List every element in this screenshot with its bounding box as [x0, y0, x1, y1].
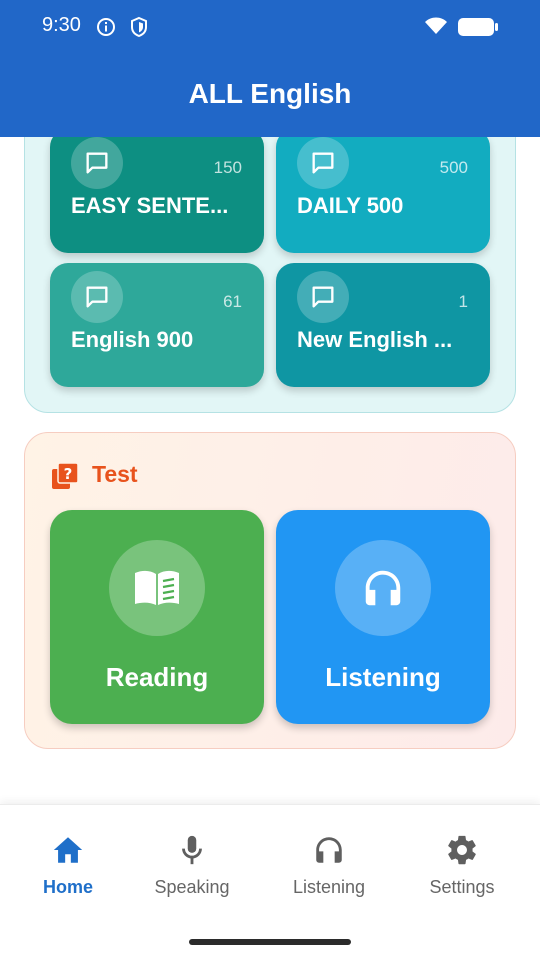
- listening-label: Listening: [325, 662, 441, 692]
- course-label: EASY SENTE...: [71, 193, 229, 218]
- app-bar: 9:30 ALL English: [0, 0, 540, 137]
- chat-bubble-icon: [71, 271, 123, 323]
- svg-text:?: ?: [64, 465, 73, 483]
- nav-item-speaking[interactable]: Speaking: [146, 833, 238, 898]
- headphones-icon: [316, 837, 342, 863]
- test-section-title: Test: [92, 461, 138, 487]
- courses-section: 150 EASY SENTE... 500 DAILY 500 61 Engli…: [24, 100, 516, 413]
- course-count: 61: [223, 292, 242, 311]
- course-count: 1: [458, 292, 468, 311]
- nav-item-listening[interactable]: Listening: [282, 833, 376, 898]
- listening-test-button[interactable]: Listening: [276, 510, 490, 724]
- page-title: ALL English: [188, 78, 352, 109]
- nav-label: Listening: [292, 877, 366, 897]
- reading-label: Reading: [105, 662, 209, 692]
- battery-icon: [458, 18, 498, 36]
- course-label: New English ...: [297, 327, 453, 352]
- reading-test-button[interactable]: Reading: [50, 510, 264, 724]
- status-time: 9:30: [42, 14, 81, 36]
- course-tile-english-900[interactable]: 61 English 900: [50, 263, 264, 387]
- gear-icon: [448, 835, 476, 865]
- course-count: 500: [439, 158, 468, 177]
- wifi-icon: [425, 17, 447, 34]
- course-label: English 900: [71, 327, 194, 352]
- chat-bubble-icon: [297, 137, 349, 189]
- nav-item-settings[interactable]: Settings: [420, 833, 504, 898]
- microphone-icon: [182, 835, 202, 865]
- status-bar: 9:30: [0, 0, 540, 56]
- headphones-icon: [335, 540, 431, 636]
- nav-item-home[interactable]: Home: [30, 833, 106, 898]
- course-count: 150: [213, 158, 242, 177]
- course-tile-easy-sentences[interactable]: 150 EASY SENTE...: [50, 129, 264, 253]
- nav-label: Speaking: [154, 877, 230, 897]
- bottom-navigation: Home Speaking Listening Settings: [0, 804, 540, 960]
- nav-label: Settings: [429, 877, 495, 897]
- test-section: ? Test Reading Listening: [24, 432, 516, 749]
- info-icon: [97, 18, 115, 36]
- chat-bubble-icon: [71, 137, 123, 189]
- chat-bubble-icon: [297, 271, 349, 323]
- home-icon: [53, 837, 83, 863]
- course-tile-new-english[interactable]: 1 New English ...: [276, 263, 490, 387]
- nav-label: Home: [42, 877, 93, 897]
- shield-icon: [131, 16, 147, 38]
- gesture-home-indicator[interactable]: [189, 939, 351, 945]
- open-book-icon: [109, 540, 205, 636]
- course-tile-daily-500[interactable]: 500 DAILY 500: [276, 129, 490, 253]
- quiz-icon: ?: [52, 463, 78, 489]
- course-label: DAILY 500: [297, 193, 404, 218]
